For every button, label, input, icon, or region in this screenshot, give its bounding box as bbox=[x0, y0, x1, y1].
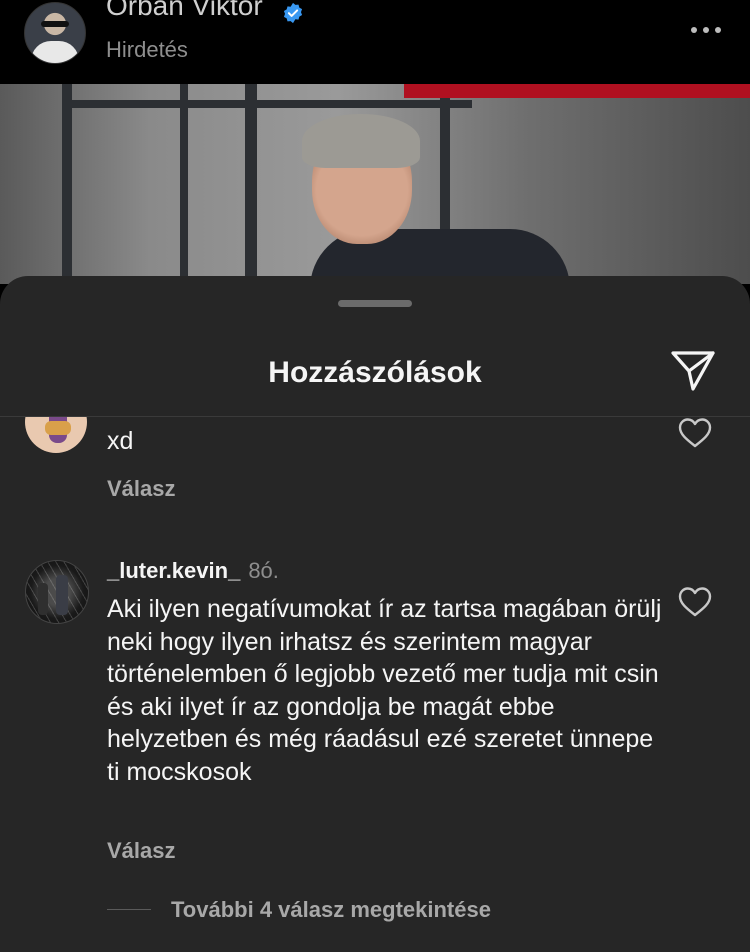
heart-icon[interactable] bbox=[678, 417, 712, 449]
post-image bbox=[0, 84, 750, 284]
person-hair bbox=[302, 114, 420, 168]
comment-meta: _luter.kevin_ 8ó. bbox=[107, 558, 279, 584]
avatar-figure bbox=[38, 583, 48, 615]
post-header: Orbán Viktor Hirdetés bbox=[0, 0, 750, 84]
avatar-glasses bbox=[41, 21, 69, 27]
comment-text: xd bbox=[107, 427, 134, 455]
more-options-icon[interactable] bbox=[688, 18, 724, 42]
window-frame bbox=[245, 84, 257, 284]
heart-icon[interactable] bbox=[678, 586, 712, 618]
paper-plane-icon[interactable] bbox=[670, 350, 716, 392]
verified-badge-icon bbox=[283, 2, 303, 24]
avatar-figure bbox=[45, 421, 71, 435]
avatar-shirt bbox=[31, 41, 79, 63]
commenter-avatar[interactable] bbox=[25, 560, 89, 624]
comment-username[interactable]: _luter.kevin_ bbox=[107, 558, 240, 583]
commenter-avatar[interactable] bbox=[25, 417, 87, 453]
sponsored-label: Hirdetés bbox=[106, 37, 188, 62]
window-frame bbox=[62, 100, 472, 108]
window-frame bbox=[62, 84, 72, 284]
drag-handle[interactable] bbox=[338, 300, 412, 307]
account-name[interactable]: Orbán Viktor bbox=[106, 0, 263, 22]
avatar-figure bbox=[56, 575, 68, 615]
comment-text: Aki ilyen negatívumokat ír az tartsa mag… bbox=[107, 595, 662, 786]
window-frame bbox=[180, 84, 188, 284]
comment-list[interactable]: xd Válasz _luter.kevin_ 8ó. Aki ilyen neg… bbox=[0, 417, 750, 952]
comments-sheet: Hozzászólások xd Válasz _luter.kevin_ 8ó.… bbox=[0, 276, 750, 952]
comment-time: 8ó. bbox=[248, 558, 279, 583]
view-more-replies-button[interactable]: További 4 válasz megtekintése bbox=[171, 897, 491, 923]
reply-button[interactable]: Válasz bbox=[107, 838, 176, 864]
sheet-title: Hozzászólások bbox=[268, 356, 482, 389]
red-banner bbox=[404, 84, 750, 98]
replies-divider bbox=[107, 909, 151, 910]
reply-button[interactable]: Válasz bbox=[107, 476, 176, 502]
account-avatar[interactable] bbox=[24, 2, 86, 64]
